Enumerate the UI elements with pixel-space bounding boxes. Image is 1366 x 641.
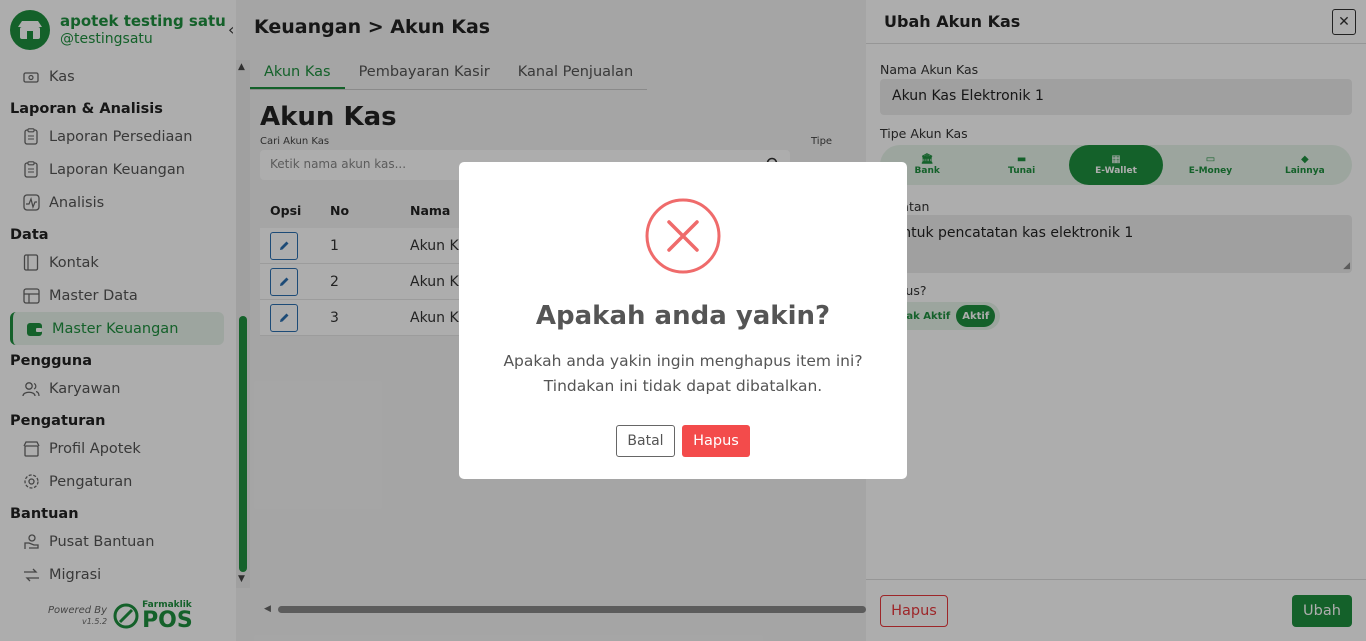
cancel-button[interactable]: Batal: [616, 425, 675, 457]
modal-title: Apakah anda yakin?: [535, 301, 831, 331]
confirm-delete-button[interactable]: Hapus: [682, 425, 750, 457]
modal-message: Apakah anda yakin ingin menghapus item i…: [479, 349, 887, 399]
error-x-circle-icon: [645, 198, 721, 274]
panel-dim-overlay: [866, 0, 1366, 641]
modal-message-line2: Tindakan ini tidak dapat dibatalkan.: [543, 377, 823, 395]
modal-message-line1: Apakah anda yakin ingin menghapus item i…: [503, 352, 863, 370]
confirm-delete-modal: Apakah anda yakin? Apakah anda yakin ing…: [459, 162, 907, 479]
